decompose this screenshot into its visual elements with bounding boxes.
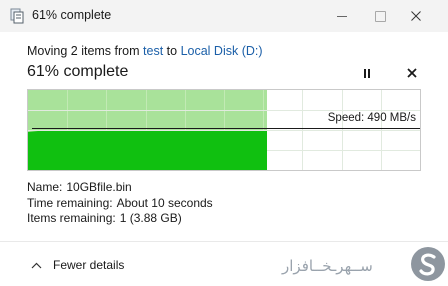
window-title: 61% complete xyxy=(32,8,112,22)
throughput-area xyxy=(28,131,267,170)
close-window-button[interactable] xyxy=(402,4,430,28)
operation-to-word: to xyxy=(166,44,178,58)
pause-button[interactable] xyxy=(360,66,374,80)
close-icon xyxy=(411,11,421,21)
time-remaining-label: Time remaining: xyxy=(27,195,113,210)
time-remaining-row: Time remaining: About 10 seconds xyxy=(27,196,217,212)
pause-icon-bar-right xyxy=(368,68,370,78)
watermark-logo-icon xyxy=(411,247,445,281)
fewer-details-label: Fewer details xyxy=(53,258,125,272)
speed-label: Speed: 490 MB/s xyxy=(327,112,416,124)
destination-link[interactable]: Local Disk (D:) xyxy=(181,44,263,58)
minimize-icon xyxy=(337,15,347,17)
time-remaining-value: About 10 seconds xyxy=(116,195,213,210)
items-remaining-label: Items remaining: xyxy=(27,211,116,225)
fewer-details-button[interactable]: Fewer details xyxy=(31,258,124,272)
minimize-button[interactable] xyxy=(328,4,356,28)
items-remaining-value: 1 (3.88 GB) xyxy=(119,211,182,225)
watermark-text: ســهر‌ـخـ‌ـافزار xyxy=(282,257,373,275)
copy-dialog-icon xyxy=(10,8,24,24)
operation-prefix: Moving 2 items from xyxy=(27,44,140,58)
name-value: 10GBfile.bin xyxy=(66,180,132,194)
name-row: Name: 10GBfile.bin xyxy=(27,180,217,196)
footer-divider xyxy=(0,241,448,242)
progress-headline: 61% complete xyxy=(27,63,129,80)
watermark: ســهر‌ـخـ‌ـافزار xyxy=(282,243,448,286)
cancel-icon[interactable] xyxy=(405,66,419,80)
speed-line xyxy=(32,128,420,129)
transfer-graph: Speed: 490 MB/s xyxy=(27,89,421,171)
title-bar: 61% complete xyxy=(0,0,448,32)
name-label: Name: xyxy=(27,180,63,194)
operation-summary: Moving 2 items from test to Local Disk (… xyxy=(27,44,263,58)
maximize-button[interactable] xyxy=(366,4,394,28)
items-remaining-row: Items remaining: 1 (3.88 GB) xyxy=(27,211,217,227)
source-folder-link[interactable]: test xyxy=(143,44,163,58)
pause-icon-bar-left xyxy=(364,68,366,78)
transfer-details: Name: 10GBfile.bin Time remaining: About 1… xyxy=(27,180,217,227)
throughput-area-shape xyxy=(28,131,267,170)
chevron-up-icon xyxy=(31,262,42,268)
maximize-icon xyxy=(374,10,386,22)
